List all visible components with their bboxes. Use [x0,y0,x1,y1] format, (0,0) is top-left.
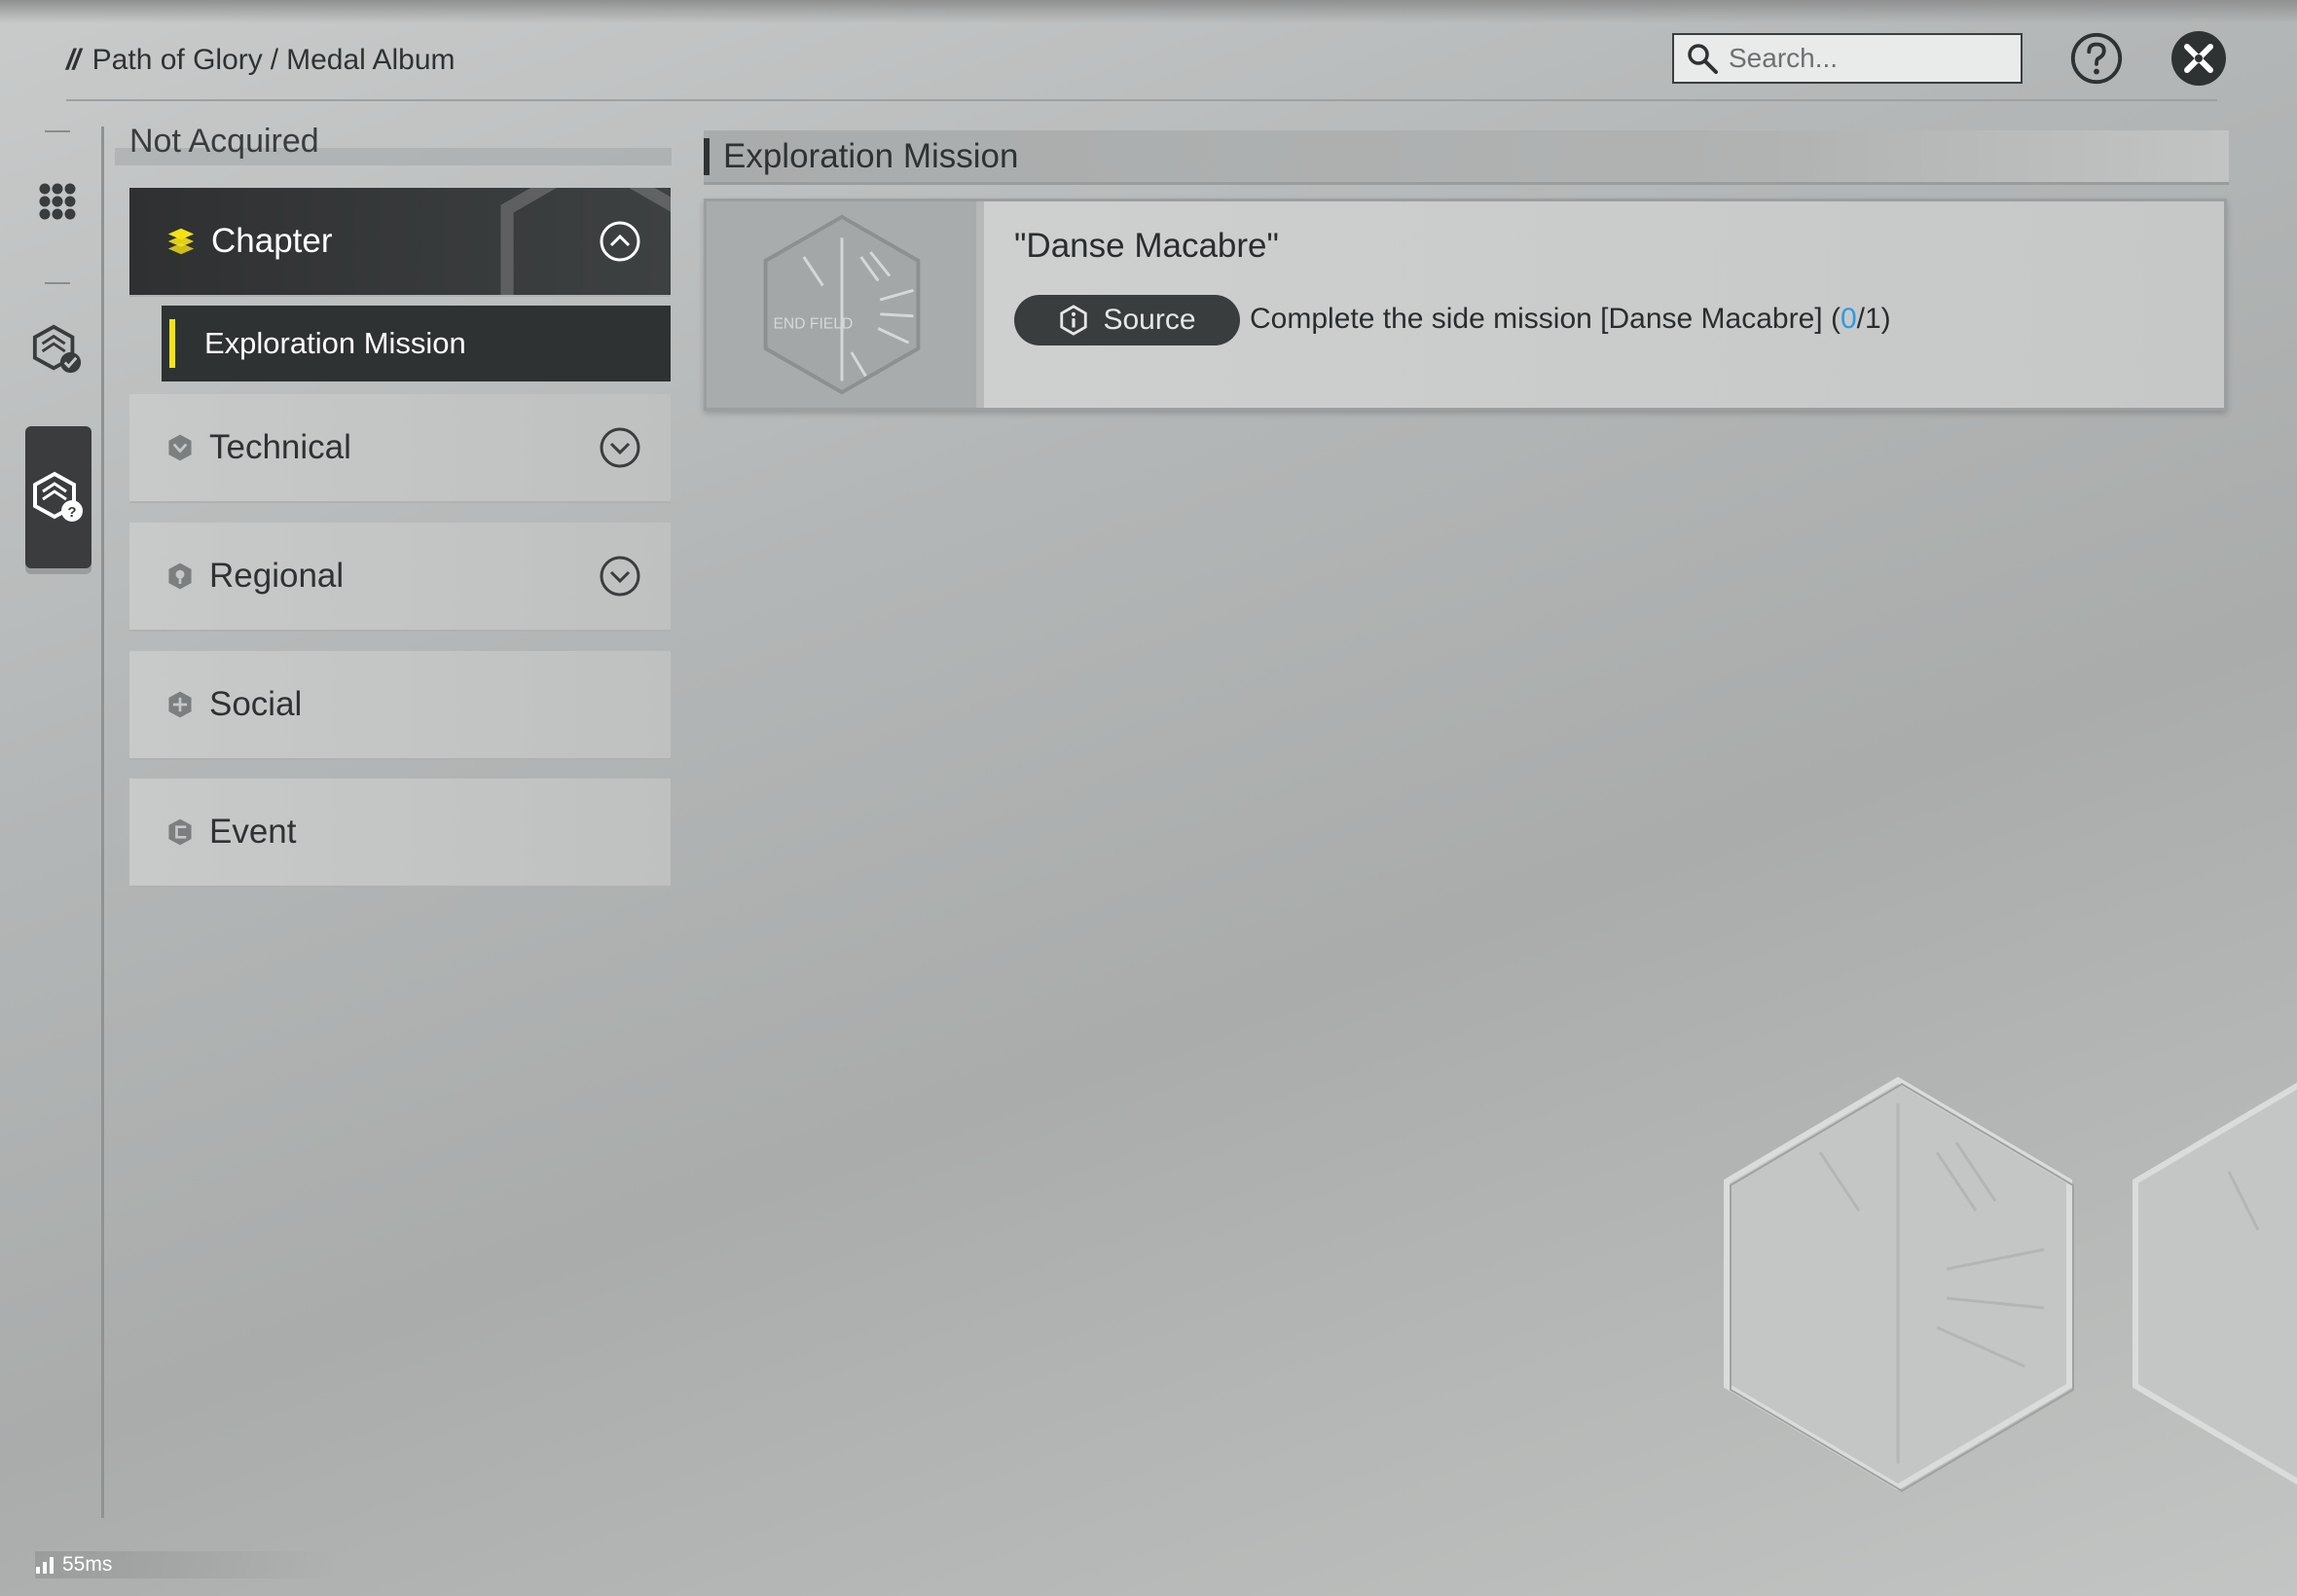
background-hex-decoration [2133,1082,2297,1485]
help-icon [2070,32,2123,85]
subcategory-label: Exploration Mission [204,326,466,360]
category-label: Technical [209,428,351,466]
search-icon [1688,44,1718,74]
search-box[interactable] [1672,33,2023,84]
medal-card[interactable]: END FIELD "Danse Macabre" Source Complet… [704,199,2227,411]
chevron-down-icon[interactable] [599,426,641,469]
medal-check-icon [32,324,82,374]
category-regional[interactable]: Regional [129,523,671,632]
source-description-text: Complete the side mission [Danse Macabre… [1250,303,1841,335]
breadcrumb-separator: / [270,44,279,76]
chapter-icon [167,228,195,255]
close-icon [2171,31,2226,86]
medal-thumb-label: END FIELD [773,316,853,333]
section-header-bar [704,138,710,175]
medal-question-icon: ? [33,471,83,522]
event-icon [168,818,192,846]
regional-icon [168,562,192,590]
category-social[interactable]: Social [129,651,671,760]
category-label: Social [209,685,303,723]
category-label: Chapter [211,222,333,260]
chevron-down-icon[interactable] [599,555,641,598]
close-button[interactable] [2169,29,2228,88]
selected-marker [169,319,175,368]
rail-not-acquired-button[interactable]: ? [25,426,91,568]
subcategory-exploration-mission[interactable]: Exploration Mission [162,306,671,381]
breadcrumb: // Path of Glory / Medal Album [66,39,456,82]
help-button[interactable] [2067,29,2126,88]
rail-tick [45,130,70,132]
source-description: Complete the side mission [Danse Macabre… [1250,303,1891,336]
technical-icon [168,434,192,461]
category-label: Event [209,813,297,851]
medal-thumbnail: END FIELD [707,201,984,408]
svg-text:?: ? [67,504,76,521]
panel-title: Not Acquired [129,123,319,160]
top-shade [0,0,2297,23]
category-technical[interactable]: Technical [129,394,671,503]
section-title: Exploration Mission [723,136,1019,175]
ping-value: 55ms [62,1553,113,1576]
progress-total: /1) [1856,303,1891,335]
category-event[interactable]: Event [129,779,671,888]
progress-current: 0 [1840,303,1857,335]
rail-tick [45,282,70,284]
category-label: Regional [209,557,345,595]
rail-divider [101,127,104,1518]
source-button[interactable]: Source [1014,295,1240,345]
network-status: 55ms [35,1551,337,1578]
breadcrumb-item-medal-album: Medal Album [286,44,456,76]
chevron-up-icon[interactable] [599,220,641,263]
grid-icon [39,183,76,220]
background-hex-decoration [1724,1076,2074,1493]
breadcrumb-prefix-icon: // [66,44,81,76]
breadcrumb-item-path-of-glory[interactable]: Path of Glory [92,44,263,77]
social-icon [168,691,192,718]
header-divider [66,99,2217,101]
info-hex-icon [1060,305,1088,336]
rail-acquired-button[interactable] [23,315,91,383]
medal-name: "Danse Macabre" [1014,227,1279,265]
search-input[interactable] [1729,43,2001,74]
source-label: Source [1103,304,1196,336]
medal-hex-icon: END FIELD [763,214,920,395]
category-chapter[interactable]: Chapter [129,188,671,297]
section-header: Exploration Mission [704,130,2229,185]
signal-icon [36,1557,54,1574]
rail-all-medals-button[interactable] [23,167,91,236]
